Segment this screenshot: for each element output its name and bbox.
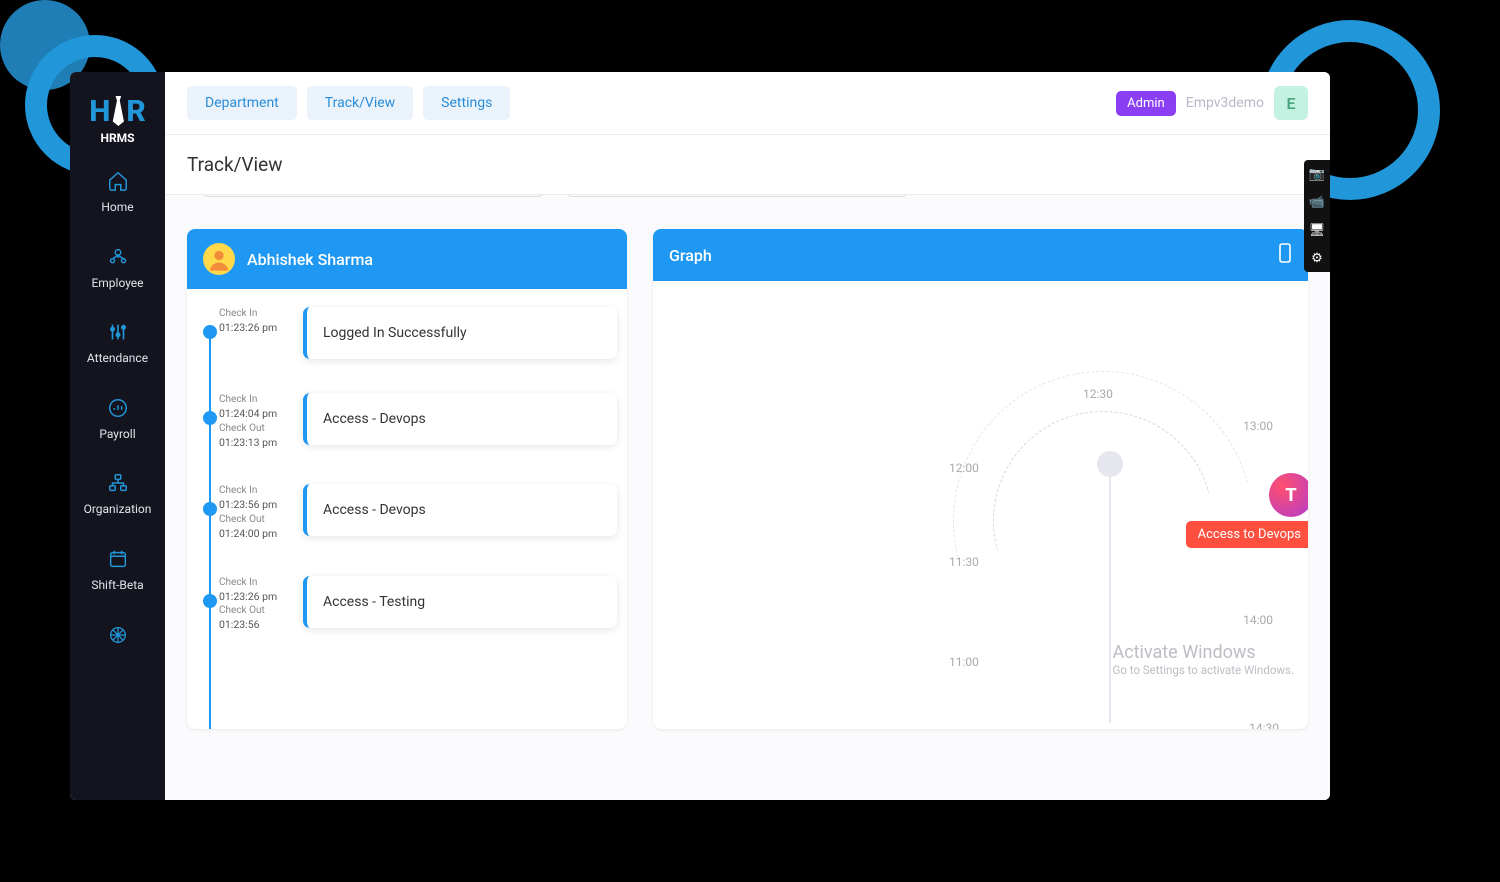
org-icon [105, 470, 131, 496]
app-window: H R HRMS Home Employee Attendance Payrol… [70, 72, 1330, 800]
timeline-event: Access - Testing [303, 576, 617, 628]
graph-card: Graph 12:30 13:00 12:00 11:30 14:00 11 [653, 229, 1308, 729]
logo-tie-icon [111, 96, 125, 126]
topbar: Department Track/View Settings Admin Emp… [165, 72, 1330, 135]
chart-icon [105, 395, 131, 421]
video-icon[interactable]: 📹 [1304, 188, 1330, 216]
content: Abhishek Sharma Check In 01:23:26 pm Log… [165, 195, 1330, 800]
people-icon [105, 244, 131, 270]
top-tabs: Department Track/View Settings [187, 86, 510, 120]
wheel-icon [105, 622, 131, 648]
role-badge: Admin [1116, 91, 1176, 116]
page-title: Track/View [165, 135, 1330, 195]
topbar-right: Admin Empv3demo E [1116, 86, 1308, 120]
brand-name: HRMS [100, 131, 134, 145]
tick-label: 14:30 [1249, 721, 1279, 729]
tab-track-view[interactable]: Track/View [307, 86, 413, 120]
tick-label: 12:00 [949, 461, 979, 475]
timeline-event: Access - Devops [303, 393, 617, 445]
tick-label: 11:00 [949, 655, 979, 669]
employee-activity-card: Abhishek Sharma Check In 01:23:26 pm Log… [187, 229, 627, 729]
employee-name: Abhishek Sharma [247, 250, 373, 269]
main-area: Department Track/View Settings Admin Emp… [165, 72, 1330, 800]
timeline-event: Logged In Successfully [303, 307, 617, 359]
tooltip-badge-icon: T [1269, 473, 1308, 517]
timeline-dot-icon [203, 325, 217, 339]
screen-icon[interactable]: 🖥 [1304, 216, 1330, 244]
sidebar-item-more[interactable] [70, 608, 165, 668]
avatar[interactable]: E [1274, 86, 1308, 120]
timeline-dot-icon [203, 411, 217, 425]
tooltip-text: Access to Devops [1186, 521, 1308, 548]
timeline-item: Check In 01:23:26 pm Check Out 01:23:56 … [203, 576, 617, 633]
logo-letter-h: H [89, 94, 110, 129]
logo-letter-r: R [126, 94, 145, 129]
radial-center [1097, 451, 1123, 477]
tab-department[interactable]: Department [187, 86, 297, 120]
radial-graph: 12:30 13:00 12:00 11:30 14:00 11:00 14:3… [653, 281, 1308, 721]
graph-title: Graph [669, 246, 712, 265]
username: Empv3demo [1186, 95, 1264, 111]
tick-label: 12:30 [1083, 387, 1113, 401]
calendar-icon [105, 546, 131, 572]
graph-tooltip: T Access to Devops [1186, 473, 1308, 548]
brand-logo[interactable]: H R HRMS [83, 84, 153, 154]
filter-row [187, 195, 1308, 215]
tick-label: 11:30 [949, 555, 979, 569]
home-icon [105, 168, 131, 194]
radial-needle [1109, 463, 1111, 723]
sidebar-item-organization[interactable]: Organization [70, 456, 165, 532]
timeline-item: Check In 01:23:56 pm Check Out 01:24:00 … [203, 484, 617, 541]
sliders-icon [105, 319, 131, 345]
filter-box-2[interactable] [567, 195, 907, 197]
side-toolbar: 📷 📹 🖥 ⚙ [1304, 160, 1330, 272]
employee-avatar [203, 243, 235, 275]
graph-card-header: Graph [653, 229, 1308, 281]
sidebar-item-shift[interactable]: Shift-Beta [70, 532, 165, 608]
sidebar-item-attendance[interactable]: Attendance [70, 305, 165, 381]
sidebar-item-home[interactable]: Home [70, 154, 165, 230]
timeline-dot-icon [203, 594, 217, 608]
sidebar-item-employee[interactable]: Employee [70, 230, 165, 306]
camera-icon[interactable]: 📷 [1304, 160, 1330, 188]
device-icon[interactable] [1278, 243, 1292, 267]
windows-activation-watermark: Activate Windows Go to Settings to activ… [1112, 642, 1294, 677]
sidebar: H R HRMS Home Employee Attendance Payrol… [70, 72, 165, 800]
tab-settings[interactable]: Settings [423, 86, 510, 120]
timeline-dot-icon [203, 502, 217, 516]
employee-card-header: Abhishek Sharma [187, 229, 627, 289]
gear-icon[interactable]: ⚙ [1304, 244, 1330, 272]
activity-timeline: Check In 01:23:26 pm Logged In Successfu… [187, 289, 627, 729]
timeline-item: Check In 01:23:26 pm Logged In Successfu… [203, 307, 617, 359]
tick-label: 13:00 [1243, 419, 1273, 433]
timeline-item: Check In 01:24:04 pm Check Out 01:23:13 … [203, 393, 617, 450]
timeline-event: Access - Devops [303, 484, 617, 536]
filter-box-1[interactable] [203, 195, 543, 197]
sidebar-item-payroll[interactable]: Payroll [70, 381, 165, 457]
tick-label: 14:00 [1243, 613, 1273, 627]
